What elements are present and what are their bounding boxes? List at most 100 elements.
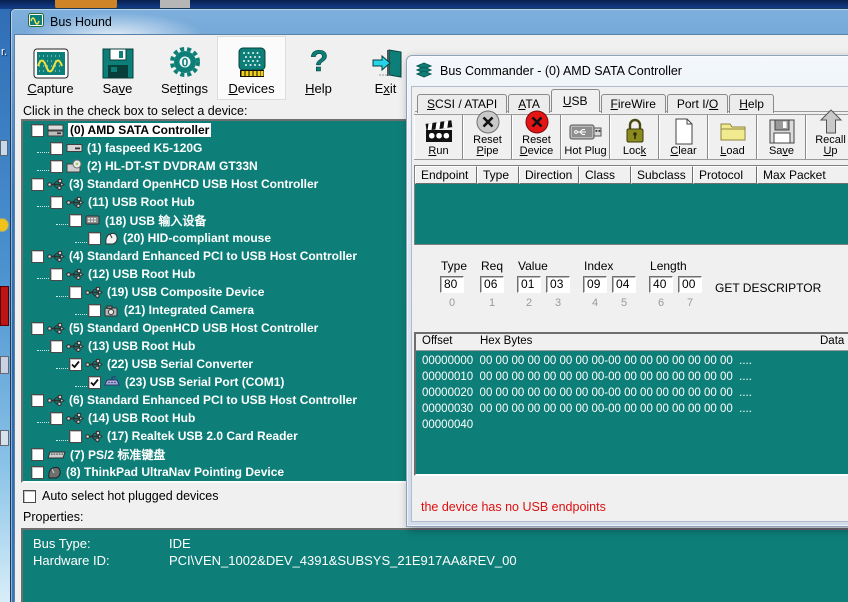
dialog-status-message: the device has no USB endpoints [421, 500, 606, 514]
endpoint-column-direction[interactable]: Direction [519, 166, 579, 184]
device-label: (14) USB Root Hub [88, 411, 195, 425]
camera-icon [104, 304, 120, 317]
device-checkbox[interactable] [88, 376, 101, 389]
main-titlebar[interactable]: Bus Hound [14, 9, 848, 34]
setup-group-label: Req [481, 259, 504, 273]
hex-row[interactable]: 00000040 [416, 417, 848, 433]
device-checkbox[interactable] [50, 160, 63, 173]
capture-button[interactable]: Capture [17, 37, 84, 99]
usb-icon [47, 250, 65, 263]
device-checkbox[interactable] [69, 430, 82, 443]
reset-pipe-icon [475, 109, 501, 135]
endpoint-column-type[interactable]: Type [477, 166, 519, 184]
toolbar-button-label: Save [103, 81, 133, 96]
hex-bytes-header: Hex Bytes [480, 335, 532, 347]
device-checkbox[interactable] [50, 268, 63, 281]
device-checkbox[interactable] [50, 142, 63, 155]
save-button[interactable]: Save [757, 115, 806, 159]
load-button[interactable]: Load [708, 115, 757, 159]
endpoint-list-empty[interactable] [415, 184, 848, 244]
device-checkbox[interactable] [31, 124, 44, 137]
device-label: (1) faspeed K5-120G [87, 141, 202, 155]
endpoint-column-subclass[interactable]: Subclass [631, 166, 693, 184]
endpoint-column-endpoint[interactable]: Endpoint [415, 166, 477, 184]
device-checkbox[interactable] [31, 322, 44, 335]
tab-help[interactable]: Help [729, 94, 774, 113]
hex-row[interactable]: 00000030 00 00 00 00 00 00 00 00-00 00 0… [416, 401, 848, 417]
device-checkbox[interactable] [69, 358, 82, 371]
clear-button[interactable]: Clear [659, 115, 708, 159]
device-label: (3) Standard OpenHCD USB Host Controller [69, 177, 318, 191]
reset-device-button[interactable]: ResetDevice [512, 115, 561, 159]
help-button[interactable]: ?Help [285, 37, 352, 99]
device-checkbox[interactable] [50, 340, 63, 353]
endpoint-column-protocol[interactable]: Protocol [693, 166, 757, 184]
device-checkbox[interactable] [88, 232, 101, 245]
hex-row[interactable]: 00000020 00 00 00 00 00 00 00 00-00 00 0… [416, 385, 848, 401]
dialog-button-label: Up [823, 146, 837, 157]
tab-port-i-o[interactable]: Port I/O [667, 94, 728, 113]
keyboard-icon [47, 449, 66, 460]
endpoint-column-max-packet[interactable]: Max Packet [757, 166, 848, 184]
setup-byte-field[interactable]: 00 [678, 276, 702, 293]
device-label: (19) USB Composite Device [107, 285, 264, 299]
tree-connector-line [75, 234, 87, 243]
device-checkbox[interactable] [69, 214, 82, 227]
reset-pipe-button[interactable]: ResetPipe [463, 115, 512, 159]
setup-byte-field[interactable]: 40 [649, 276, 673, 293]
controller-icon [47, 124, 64, 137]
device-label: (23) USB Serial Port (COM1) [125, 375, 284, 389]
dialog-button-label: Device [520, 146, 554, 157]
usb-icon [85, 430, 103, 443]
device-checkbox[interactable] [69, 286, 82, 299]
dialog-button-label: Hot Plug [564, 146, 606, 157]
lock-button[interactable]: Lock [610, 115, 659, 159]
setup-byte-field[interactable]: 03 [546, 276, 570, 293]
recall-up-button[interactable]: RecallUp [806, 115, 848, 159]
setup-group-label: Type [441, 259, 467, 273]
serial-port-icon [104, 376, 121, 389]
tree-connector-line [75, 306, 87, 315]
devices-button[interactable]: Devices [218, 37, 285, 99]
setup-byte-field[interactable]: 04 [612, 276, 636, 293]
device-checkbox[interactable] [50, 412, 63, 425]
mouse-icon [104, 232, 119, 245]
device-checkbox[interactable] [31, 466, 44, 479]
tab-firewire[interactable]: FireWire [601, 94, 666, 113]
dialog-titlebar[interactable]: Bus Commander - (0) AMD SATA Controller [410, 59, 848, 83]
bus-hound-app-icon [28, 13, 44, 30]
device-checkbox[interactable] [50, 196, 63, 209]
hex-row[interactable]: 00000010 00 00 00 00 00 00 00 00-00 00 0… [416, 369, 848, 385]
setup-byte-index: 4 [583, 297, 607, 309]
device-label: (7) PS/2 标准键盘 [70, 446, 165, 463]
device-checkbox[interactable] [88, 304, 101, 317]
auto-select-checkbox[interactable] [23, 490, 36, 503]
hex-row[interactable]: 00000000 00 00 00 00 00 00 00 00-00 00 0… [416, 353, 848, 369]
save-button[interactable]: Save [84, 37, 151, 99]
hex-rows[interactable]: 00000000 00 00 00 00 00 00 00 00-00 00 0… [416, 351, 848, 433]
run-button[interactable]: Run [414, 115, 463, 159]
device-checkbox[interactable] [31, 178, 44, 191]
settings-button[interactable]: 0Settings [151, 37, 218, 99]
usb-icon [66, 340, 84, 353]
device-label: (8) ThinkPad UltraNav Pointing Device [66, 465, 284, 479]
setup-byte-field[interactable]: 06 [480, 276, 504, 293]
device-checkbox[interactable] [31, 250, 44, 263]
device-label: (4) Standard Enhanced PCI to USB Host Co… [69, 249, 357, 263]
usb-icon [47, 322, 65, 335]
property-key: Hardware ID: [33, 552, 169, 569]
toolbar-button-label: Exit [375, 81, 397, 96]
setup-byte-field[interactable]: 80 [440, 276, 464, 293]
pointing-device-icon [47, 466, 62, 479]
device-checkbox[interactable] [31, 448, 44, 461]
endpoint-column-class[interactable]: Class [579, 166, 631, 184]
device-checkbox[interactable] [31, 394, 44, 407]
tree-connector-line [56, 288, 68, 297]
devices-icon [235, 43, 269, 79]
setup-byte-field[interactable]: 01 [517, 276, 541, 293]
setup-byte-field[interactable]: 09 [583, 276, 607, 293]
hot-plug-button[interactable]: Hot Plug [561, 115, 610, 159]
device-label: (11) USB Root Hub [88, 195, 195, 209]
property-value: PCI\VEN_1002&DEV_4391&SUBSYS_21E917AA&RE… [169, 553, 517, 568]
tab-usb[interactable]: USB [551, 89, 600, 112]
